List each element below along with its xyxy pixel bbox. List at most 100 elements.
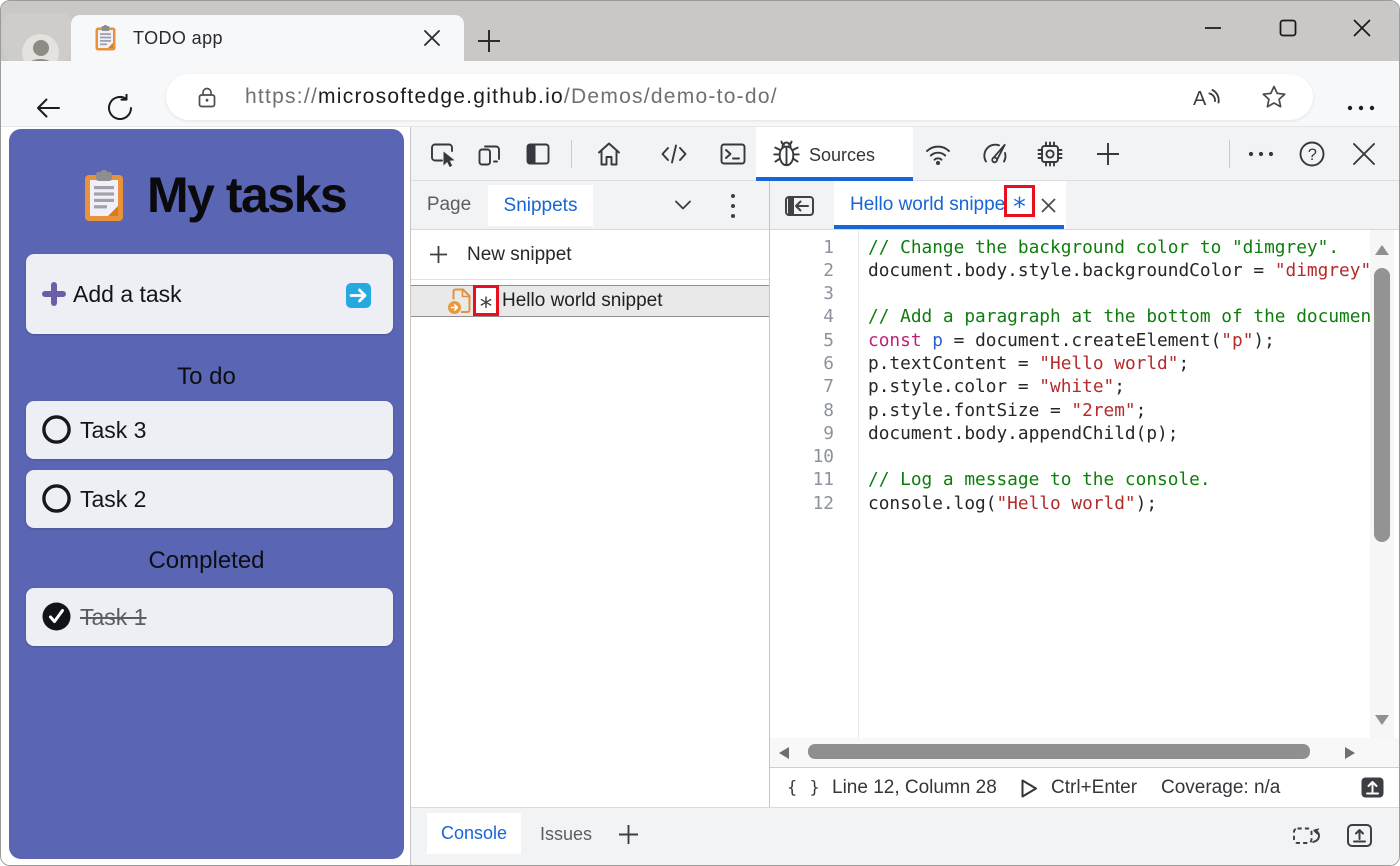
code-line[interactable]: const p = document.createElement("p"); — [868, 329, 1370, 352]
url-domain: microsoftedge.github.io — [318, 85, 564, 108]
lock-icon[interactable] — [197, 87, 217, 108]
plus-icon — [429, 245, 448, 264]
devtools-panel: Sources — [410, 127, 1400, 866]
address-bar[interactable]: https://microsoftedge.github.io/Demos/de… — [166, 74, 1313, 120]
add-task-button[interactable]: Add a task — [26, 254, 393, 334]
code-line[interactable]: document.body.style.backgroundColor = "d… — [868, 259, 1370, 282]
task-checkbox-icon[interactable] — [42, 484, 71, 513]
vertical-scroll-thumb[interactable] — [1374, 268, 1390, 542]
cpu-icon[interactable] — [1035, 139, 1065, 169]
navigator-tabs: Page Snippets — [411, 181, 769, 230]
code-line[interactable]: // Change the background color to "dimgr… — [868, 236, 1370, 259]
code-token-plain: document.body.style.backgroundColor = — [868, 260, 1275, 281]
task-checked-icon[interactable] — [42, 602, 71, 631]
tab-sources[interactable]: Sources — [756, 127, 913, 181]
pretty-print-icon[interactable]: { } — [787, 768, 821, 808]
performance-icon[interactable] — [980, 139, 1010, 169]
inspect-icon[interactable] — [428, 139, 458, 169]
browser-toolbar: https://microsoftedge.github.io/Demos/de… — [1, 61, 1400, 127]
hide-navigator-icon[interactable] — [785, 196, 814, 216]
tab-page[interactable]: Page — [419, 181, 479, 229]
profile-button[interactable] — [3, 13, 71, 61]
import-file-icon[interactable] — [1361, 777, 1384, 798]
expand-panel-icon[interactable] — [1347, 824, 1372, 847]
code-token-plain: p.textContent = — [868, 353, 1039, 374]
chevron-down-icon[interactable] — [673, 198, 693, 212]
snippet-list-item[interactable]: * Hello world snippet — [411, 285, 769, 317]
task-checkbox-icon[interactable] — [42, 415, 71, 444]
minimize-icon[interactable] — [1202, 17, 1224, 39]
navigator-menu-icon[interactable] — [729, 191, 737, 221]
dock-side-icon[interactable] — [523, 139, 553, 169]
task-item[interactable]: Task 3 — [26, 401, 393, 459]
new-snippet-button[interactable]: New snippet — [411, 230, 769, 279]
scroll-right-icon[interactable] — [1344, 746, 1356, 760]
devtools-menu-icon[interactable] — [1246, 139, 1276, 169]
devtools-toolbar: Sources — [411, 127, 1400, 181]
help-icon[interactable]: ? — [1297, 139, 1327, 169]
task-item[interactable]: Task 2 — [26, 470, 393, 528]
todo-section-heading: To do — [9, 363, 404, 391]
code-line[interactable]: console.log("Hello world"); — [868, 492, 1370, 515]
code-token-plain: ; — [1178, 353, 1189, 374]
code-token-string: "2rem" — [1071, 400, 1135, 421]
unsaved-marker-callout: * — [1004, 185, 1035, 217]
new-tab-icon[interactable] — [475, 29, 503, 53]
read-aloud-icon[interactable]: A — [1193, 85, 1220, 110]
browser-tab[interactable]: TODO app — [71, 15, 464, 61]
drawer-add-tab-icon[interactable] — [618, 824, 639, 845]
code-line[interactable]: document.body.appendChild(p); — [868, 422, 1370, 445]
navigator-separator — [411, 279, 769, 280]
editor-tab-close-icon[interactable] — [1040, 197, 1057, 214]
code-token-string: "p" — [1221, 330, 1253, 351]
browser-menu-icon[interactable] — [1347, 105, 1375, 111]
more-tools-plus-icon[interactable] — [1093, 139, 1123, 169]
submit-task-button[interactable] — [346, 283, 371, 308]
line-number: 11 — [770, 468, 834, 491]
url-scheme: https:// — [245, 85, 318, 108]
code-token-plain: ; — [1136, 400, 1147, 421]
network-conditions-icon[interactable] — [923, 139, 953, 169]
scroll-down-icon[interactable] — [1374, 714, 1390, 726]
refresh-icon[interactable] — [106, 94, 134, 122]
unsaved-marker: * — [480, 292, 493, 321]
run-snippet-icon[interactable] — [1017, 777, 1040, 800]
url[interactable]: https://microsoftedge.github.io/Demos/de… — [245, 74, 778, 120]
tab-close-icon[interactable] — [421, 27, 443, 49]
code-line[interactable]: // Log a message to the console. — [868, 468, 1370, 491]
maximize-icon[interactable] — [1277, 17, 1299, 39]
code-token-plain: = document.createElement( — [943, 330, 1221, 351]
scroll-left-icon[interactable] — [778, 746, 790, 760]
scroll-up-icon[interactable] — [1374, 244, 1390, 256]
devtools-close-icon[interactable] — [1349, 139, 1379, 169]
code-line[interactable]: p.textContent = "Hello world"; — [868, 352, 1370, 375]
tab-console[interactable]: Console — [427, 813, 521, 854]
favorites-star-icon[interactable] — [1261, 84, 1287, 110]
elements-icon[interactable] — [659, 139, 689, 169]
horizontal-scrollbar[interactable] — [770, 738, 1400, 767]
unsaved-marker-callout: * — [473, 285, 499, 316]
device-emulation-icon[interactable] — [475, 139, 505, 169]
clipboard-icon — [84, 170, 124, 222]
code-line[interactable]: // Add a paragraph at the bottom of the … — [868, 305, 1370, 328]
code-editor[interactable]: 123456789101112 // Change the background… — [770, 230, 1400, 739]
line-number: 2 — [770, 259, 834, 282]
back-icon[interactable] — [34, 94, 62, 122]
tab-snippets[interactable]: Snippets — [488, 185, 593, 226]
tab-issues[interactable]: Issues — [540, 808, 592, 860]
code-line[interactable]: p.style.color = "white"; — [868, 375, 1370, 398]
new-snippet-label: New snippet — [467, 230, 572, 279]
code-line[interactable] — [868, 445, 1370, 468]
sources-tab-label: Sources — [809, 127, 875, 181]
editor-tab[interactable]: Hello world snippet * — [834, 181, 1066, 229]
todo-app-title: My tasks — [147, 166, 346, 224]
horizontal-scroll-thumb[interactable] — [808, 744, 1310, 759]
home-icon[interactable] — [594, 139, 624, 169]
task-item-completed[interactable]: Task 1 — [26, 588, 393, 646]
code-line[interactable] — [868, 282, 1370, 305]
window-close-icon[interactable] — [1351, 17, 1373, 39]
vertical-scrollbar[interactable] — [1370, 230, 1394, 739]
activity-refresh-icon[interactable] — [1293, 825, 1320, 847]
console-icon[interactable] — [718, 139, 748, 169]
code-line[interactable]: p.style.fontSize = "2rem"; — [868, 399, 1370, 422]
